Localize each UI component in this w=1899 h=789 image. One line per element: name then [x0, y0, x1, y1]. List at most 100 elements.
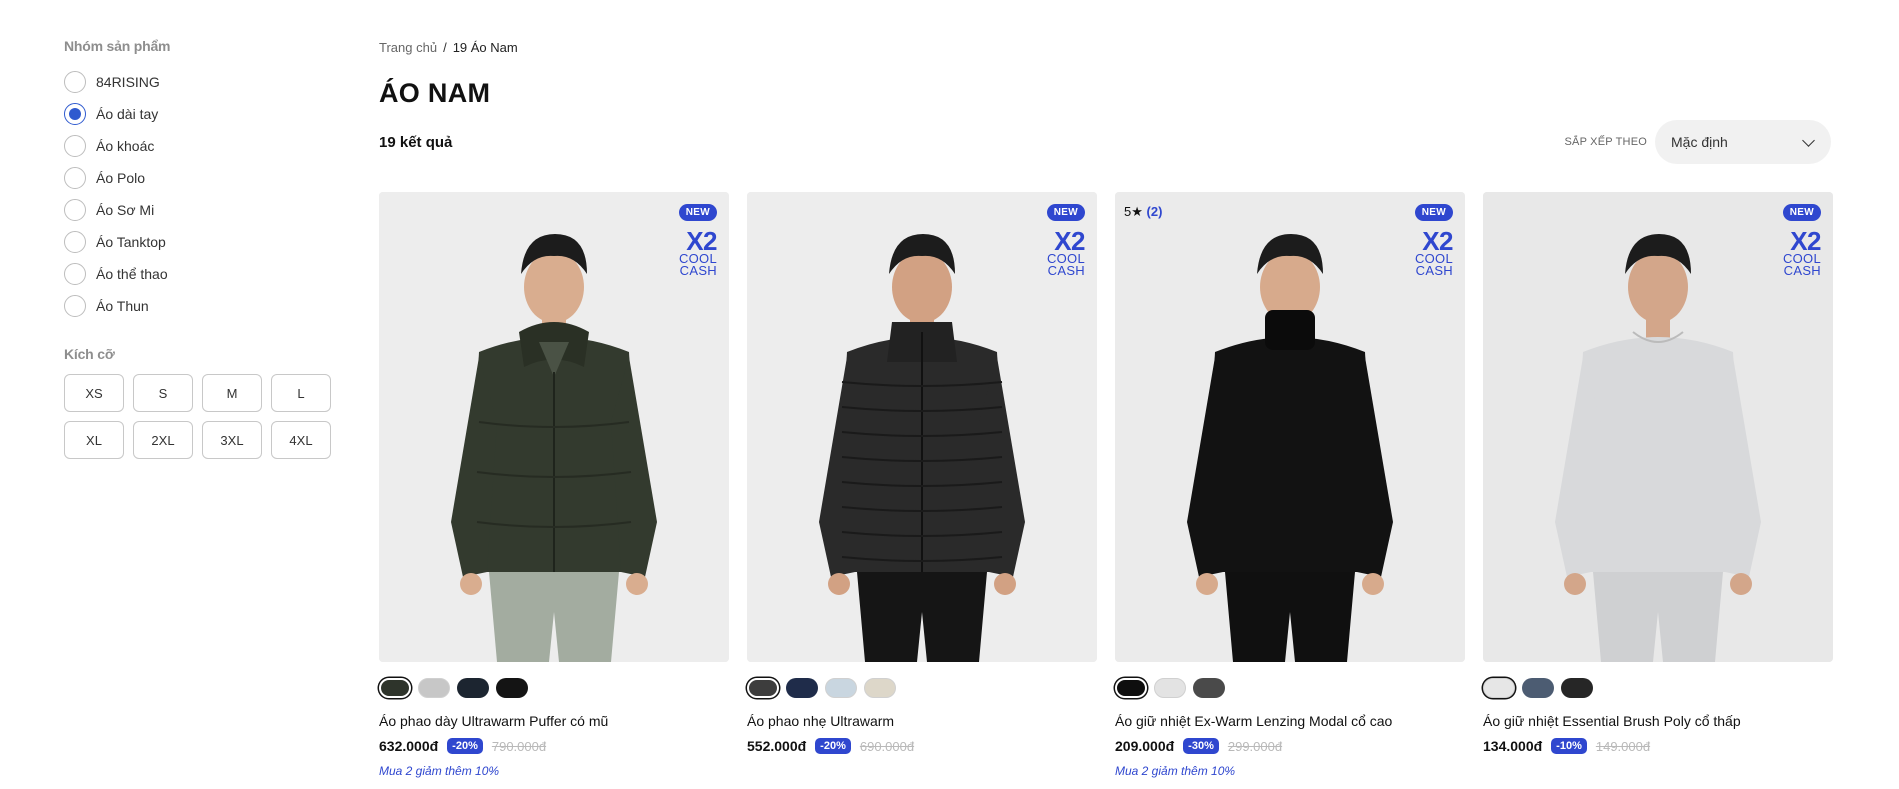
product-photo: [1483, 192, 1833, 662]
product-photo: [747, 192, 1097, 662]
cool-cash-badge: X2 COOL CASH: [679, 226, 718, 279]
page-title: ÁO NAM: [379, 78, 491, 108]
product-name-link[interactable]: Áo giữ nhiệt Ex-Warm Lenzing Modal cổ ca…: [1115, 713, 1465, 729]
filter-sidebar: Nhóm sản phẩm 84RISING Áo dài tay Áo kho…: [64, 38, 344, 459]
size-title: Kích cỡ: [64, 346, 115, 362]
radio-button[interactable]: [64, 71, 86, 93]
new-badge: NEW: [678, 204, 717, 221]
color-swatch[interactable]: [457, 678, 489, 698]
main-content: Trang chủ / 19 Áo Nam ÁO NAM 19 kết quả …: [379, 38, 1833, 778]
size-option-button[interactable]: 4XL: [271, 421, 331, 459]
results-toolbar: 19 kết quả SẮP XẾP THEO Mặc định: [379, 119, 1831, 165]
original-price: 690.000đ: [859, 738, 915, 754]
result-count: 19 kết quả: [379, 133, 453, 151]
radio-button[interactable]: [64, 135, 86, 157]
size-option-button[interactable]: XS: [64, 374, 124, 412]
chevron-down-icon: [1802, 133, 1815, 147]
original-price: 149.000đ: [1595, 738, 1651, 754]
color-swatch[interactable]: [379, 678, 411, 698]
color-swatch[interactable]: [1193, 678, 1225, 698]
radio-button[interactable]: [64, 199, 86, 221]
cashback-word-cash: CASH: [679, 263, 717, 279]
color-swatch[interactable]: [1561, 678, 1593, 698]
sale-price: 552.000đ: [747, 738, 807, 754]
size-option-button[interactable]: 2XL: [133, 421, 193, 459]
product-image[interactable]: NEW X2 COOL CASH: [379, 192, 729, 662]
color-swatch[interactable]: [825, 678, 857, 698]
product-group-option[interactable]: 84RISING: [64, 66, 344, 98]
size-option-button[interactable]: XL: [64, 421, 124, 459]
product-name-link[interactable]: Áo phao dày Ultrawarm Puffer có mũ: [379, 713, 729, 729]
color-swatch[interactable]: [496, 678, 528, 698]
product-card[interactable]: NEW X2 COOL CASH Áo phao nhẹ Ultrawarm 5…: [747, 192, 1097, 778]
new-badge: NEW: [1046, 204, 1085, 221]
color-swatch[interactable]: [864, 678, 896, 698]
cool-cash-badge: X2 COOL CASH: [1047, 226, 1086, 277]
product-card[interactable]: NEW X2 COOL CASH Áo phao dày Ultrawarm P…: [379, 192, 729, 778]
product-card[interactable]: NEW X2 COOL CASH Áo giữ nhiệt Essential …: [1483, 192, 1833, 778]
product-group-option[interactable]: Áo Thun: [64, 290, 344, 322]
breadcrumb-current: 19 Áo Nam: [452, 39, 518, 55]
product-group-option[interactable]: Áo thể thao: [64, 258, 344, 290]
size-option-button[interactable]: M: [202, 374, 262, 412]
product-group-label: 84RISING: [96, 74, 160, 90]
product-grid: NEW X2 COOL CASH Áo phao dày Ultrawarm P…: [379, 192, 1833, 778]
product-name-link[interactable]: Áo giữ nhiệt Essential Brush Poly cổ thấ…: [1483, 713, 1833, 729]
product-group-option[interactable]: Áo Tanktop: [64, 226, 344, 258]
radio-button[interactable]: [64, 103, 86, 125]
product-group-option[interactable]: Áo Sơ Mi: [64, 194, 344, 226]
discount-badge: -20%: [815, 738, 851, 754]
cashback-multiplier: X2: [1790, 226, 1821, 256]
cashback-word-cash: CASH: [1783, 263, 1821, 279]
breadcrumb-home-link[interactable]: Trang chủ: [379, 40, 437, 55]
color-swatch[interactable]: [747, 678, 779, 698]
radio-button[interactable]: [64, 167, 86, 189]
sale-price: 134.000đ: [1483, 738, 1543, 754]
product-group-label: Áo dài tay: [96, 106, 159, 122]
rating-count-link[interactable]: (2): [1147, 204, 1163, 219]
product-group-label: Áo thể thao: [96, 266, 168, 282]
product-image[interactable]: NEW X2 COOL CASH: [747, 192, 1097, 662]
product-group-option[interactable]: Áo khoác: [64, 130, 344, 162]
color-swatch[interactable]: [1154, 678, 1186, 698]
product-group-label: Áo Sơ Mi: [96, 202, 155, 218]
breadcrumb-separator: /: [443, 39, 447, 55]
new-badge: NEW: [1414, 204, 1453, 221]
color-swatches: [747, 678, 1097, 700]
product-card[interactable]: 5★ (2) NEW X2 COOL CASH Áo giữ nhiệt Ex-…: [1115, 192, 1465, 778]
original-price: 790.000đ: [491, 738, 547, 754]
size-option-button[interactable]: S: [133, 374, 193, 412]
cashback-word-cash: CASH: [1415, 263, 1453, 279]
radio-button[interactable]: [64, 263, 86, 285]
new-badge: NEW: [1782, 204, 1821, 221]
product-rating: 5★ (2): [1124, 204, 1162, 220]
color-swatch[interactable]: [1483, 678, 1515, 698]
sale-price: 632.000đ: [379, 738, 439, 754]
product-group-label: Áo Tanktop: [96, 234, 166, 250]
color-swatch[interactable]: [786, 678, 818, 698]
size-option-button[interactable]: 3XL: [202, 421, 262, 459]
sort-selected-value: Mặc định: [1671, 134, 1728, 150]
radio-button[interactable]: [64, 295, 86, 317]
sort-control: SẮP XẾP THEO Mặc định: [1565, 120, 1831, 164]
product-group-title: Nhóm sản phẩm: [64, 38, 171, 54]
discount-badge: -20%: [447, 738, 483, 754]
product-group-label: Áo khoác: [96, 138, 155, 154]
product-group-option[interactable]: Áo Polo: [64, 162, 344, 194]
sort-dropdown[interactable]: Mặc định: [1655, 120, 1831, 164]
size-option-button[interactable]: L: [271, 374, 331, 412]
cashback-multiplier: X2: [1054, 226, 1085, 256]
cashback-multiplier: X2: [686, 226, 717, 256]
cool-cash-badge: X2 COOL CASH: [1783, 226, 1822, 279]
color-swatch[interactable]: [418, 678, 450, 698]
color-swatch[interactable]: [1115, 678, 1147, 698]
color-swatch[interactable]: [1522, 678, 1554, 698]
product-group-option[interactable]: Áo dài tay: [64, 98, 344, 130]
product-photo: [1115, 192, 1465, 662]
product-name-link[interactable]: Áo phao nhẹ Ultrawarm: [747, 713, 1097, 729]
product-image[interactable]: NEW X2 COOL CASH: [1483, 192, 1833, 662]
product-image[interactable]: 5★ (2) NEW X2 COOL CASH: [1115, 192, 1465, 662]
cashback-multiplier: X2: [1422, 226, 1453, 256]
breadcrumb: Trang chủ / 19 Áo Nam: [379, 38, 1831, 56]
radio-button[interactable]: [64, 231, 86, 253]
